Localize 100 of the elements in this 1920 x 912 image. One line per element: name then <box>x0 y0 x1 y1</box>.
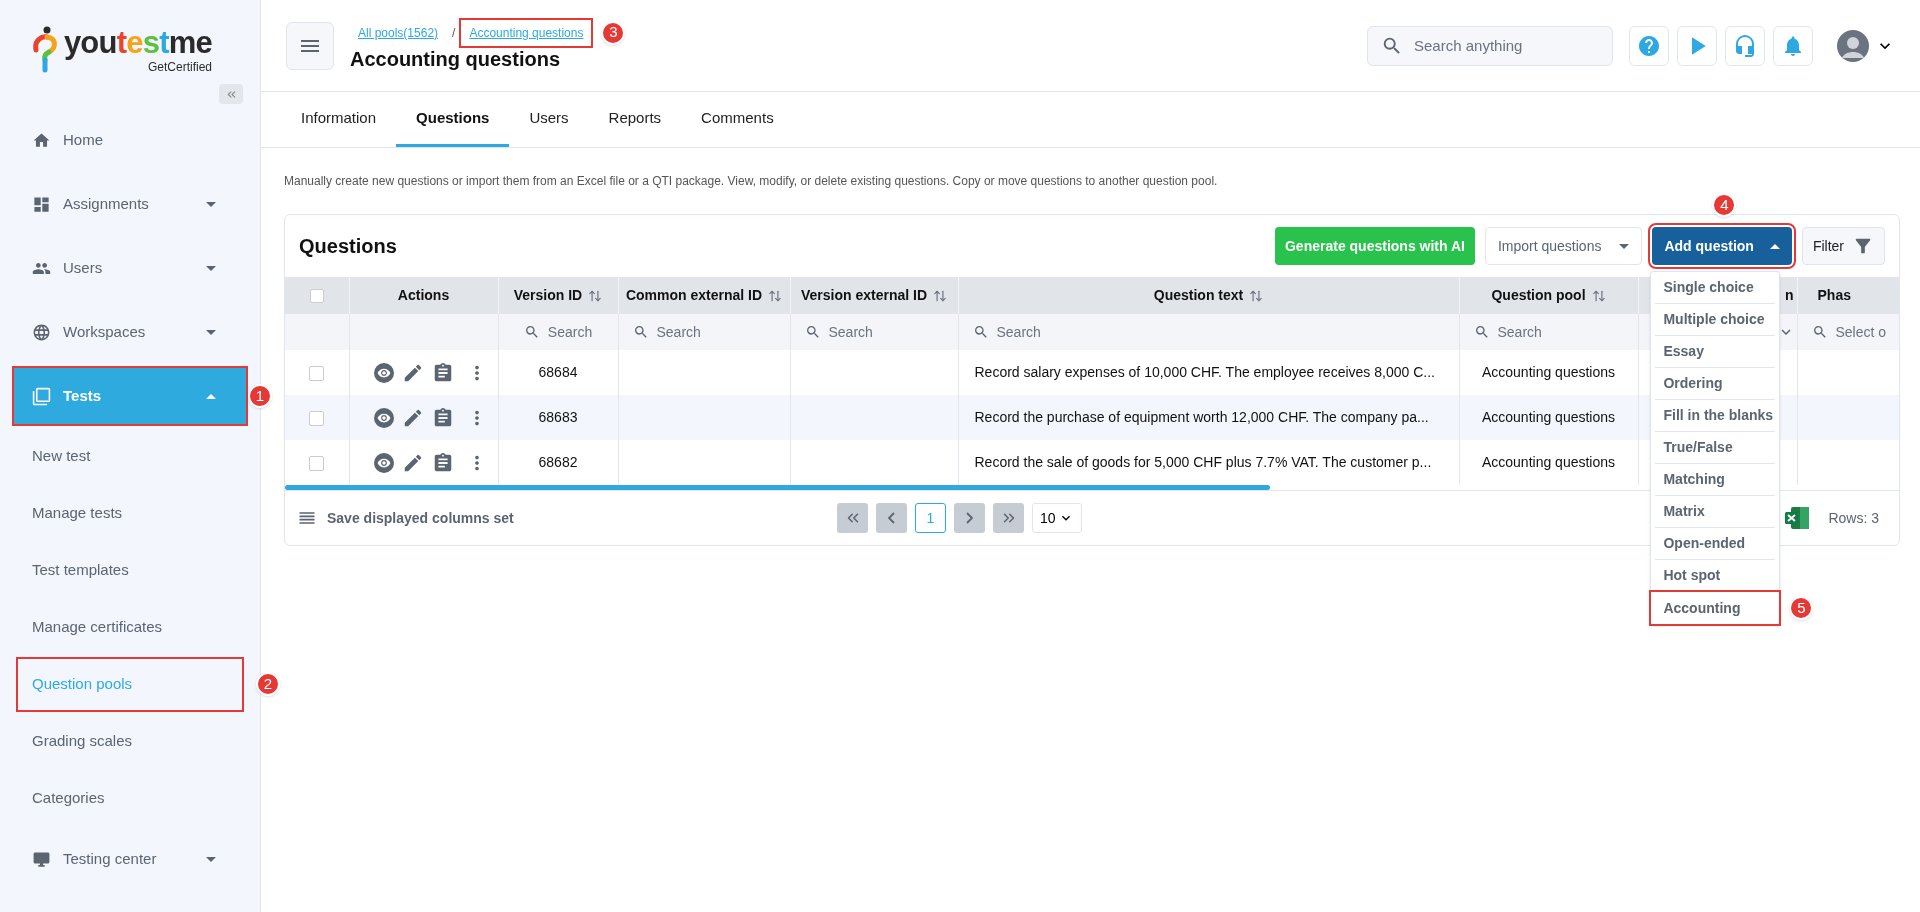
logo-icon <box>31 26 60 74</box>
caret-down-icon <box>1619 243 1630 249</box>
column-search-field[interactable]: Search <box>804 321 944 343</box>
row-checkbox[interactable] <box>309 365 325 381</box>
column-search-field[interactable]: Select o <box>1811 321 1899 343</box>
stacked-squares-icon <box>32 386 51 406</box>
sidebar-item[interactable]: Workspaces <box>14 304 246 360</box>
page-size-select[interactable]: 10 <box>1032 503 1082 533</box>
home-icon <box>32 130 51 150</box>
sort-icon[interactable] <box>768 288 783 303</box>
column-header: n <box>1784 286 1794 305</box>
menu-item[interactable]: Matrix <box>1655 496 1776 528</box>
sidebar-subitem[interactable]: Test templates <box>18 545 242 596</box>
search-icon <box>1811 324 1828 340</box>
sidebar-item[interactable]: Assignments <box>14 176 246 232</box>
spreadsheet-icon[interactable] <box>1784 505 1811 531</box>
chevron-right-icon <box>966 512 973 524</box>
avatar[interactable] <box>1837 29 1869 62</box>
import-button[interactable]: Import questions <box>1484 227 1643 265</box>
sidebar-item[interactable]: Home <box>14 112 246 168</box>
globe-icon <box>32 322 51 342</box>
tab[interactable]: Information <box>281 92 397 147</box>
table-cell: Record salary expenses of 10,000 CHF. The employee receives 8,000 C... <box>974 364 1435 380</box>
column-header: Phas <box>1817 286 1851 305</box>
search-icon <box>972 324 989 340</box>
page-description: Manually create new questions or import them from an Excel file or a QTI package. View, modify, or delete existing questions. Copy or move questions to another question pool. <box>283 173 1219 190</box>
help-button[interactable] <box>1629 25 1669 66</box>
table-cell: 68682 <box>538 454 578 470</box>
tab[interactable]: Reports <box>588 92 682 147</box>
logo-wordmark: youtestme <box>63 26 212 60</box>
tab[interactable]: Users <box>509 92 589 147</box>
chevron-left-icon <box>888 512 895 524</box>
sidebar-subitem[interactable]: Manage certificates <box>18 602 242 653</box>
menu-button[interactable] <box>286 21 334 70</box>
sort-icon[interactable] <box>1591 288 1606 303</box>
monitor-icon <box>32 849 51 869</box>
breadcrumb-separator: / <box>452 24 456 42</box>
search-icon <box>1473 324 1490 340</box>
sidebar-subitem[interactable]: New test <box>18 431 242 482</box>
sort-icon[interactable] <box>588 288 603 303</box>
table-cell: Record the purchase of equipment worth 12,000 CHF. The company pa... <box>974 409 1429 425</box>
menu-item[interactable]: True/False <box>1655 432 1776 464</box>
callout-badge: 3 <box>601 20 626 45</box>
row-checkbox[interactable] <box>309 410 325 426</box>
save-columns-button[interactable]: Save displayed columns set <box>297 507 837 529</box>
first-page-button[interactable] <box>837 503 868 533</box>
column-search-field[interactable]: Search <box>512 321 604 343</box>
table-cell: Accounting questions <box>1481 454 1616 470</box>
tab[interactable]: Comments <box>681 92 794 147</box>
sort-icon[interactable] <box>933 288 948 303</box>
column-search-field[interactable]: Search <box>972 321 1445 343</box>
play-button[interactable] <box>1677 25 1717 66</box>
tab[interactable]: Questions <box>396 92 510 147</box>
sidebar-subitem[interactable]: Categories <box>18 773 242 824</box>
menu-item[interactable]: Fill in the blanks <box>1655 400 1776 432</box>
table-cell: Accounting questions <box>1481 409 1616 425</box>
menu-item[interactable]: Hot spot <box>1655 560 1776 592</box>
callout-badge: 5 <box>1789 596 1814 620</box>
logo-tagline: GetCertified <box>147 60 212 74</box>
previous-page-button[interactable] <box>876 503 907 533</box>
callout-badge: 2 <box>256 672 280 696</box>
last-page-button[interactable] <box>993 503 1024 533</box>
row-checkbox[interactable] <box>309 455 325 471</box>
search-icon <box>632 324 649 340</box>
table-cell: 68683 <box>538 409 578 425</box>
menu-item[interactable]: Essay <box>1655 336 1776 368</box>
search-field[interactable]: Search anything <box>1367 25 1613 66</box>
card-title: Questions <box>299 234 398 259</box>
sidebar-item[interactable]: Users <box>14 240 246 296</box>
menu-item[interactable]: Multiple choice <box>1655 304 1776 336</box>
column-search-field[interactable]: Search <box>1473 321 1624 343</box>
column-search-field[interactable]: Search <box>632 321 776 343</box>
preview-button[interactable] <box>373 362 394 383</box>
select-all-checkbox[interactable] <box>309 289 324 304</box>
menu-item[interactable]: Accounting <box>1651 592 1780 624</box>
horizontal-scrollbar[interactable] <box>285 485 1270 490</box>
search-icon <box>804 324 821 340</box>
filter-button[interactable]: Filter <box>1801 227 1885 265</box>
headset-icon <box>1733 33 1757 58</box>
menu-item[interactable]: Ordering <box>1655 368 1776 400</box>
collapse-sidebar-button[interactable] <box>219 84 243 104</box>
callout-badge: 4 <box>1712 193 1737 217</box>
headset-button[interactable] <box>1725 25 1765 66</box>
column-header: Question text <box>1153 286 1244 305</box>
next-page-button[interactable] <box>954 503 985 533</box>
bell-button[interactable] <box>1773 25 1813 66</box>
sidebar-subitem[interactable]: Grading scales <box>18 716 242 767</box>
dashboard-icon <box>32 194 51 214</box>
sidebar-item[interactable]: Testing center <box>14 831 246 887</box>
preview-button[interactable] <box>373 452 394 473</box>
menu-item[interactable]: Open-ended <box>1655 528 1776 560</box>
menu-item[interactable]: Matching <box>1655 464 1776 496</box>
column-header: Question pool <box>1491 286 1586 305</box>
preview-button[interactable] <box>373 407 394 428</box>
column-header: Version external ID <box>800 286 928 305</box>
page-title: Accounting questions <box>350 46 561 72</box>
rows-count: Rows: 3 <box>1828 508 1879 528</box>
sort-icon[interactable] <box>1249 288 1264 303</box>
menu-item[interactable]: Single choice <box>1655 272 1776 304</box>
sidebar-subitem[interactable]: Manage tests <box>18 488 242 539</box>
